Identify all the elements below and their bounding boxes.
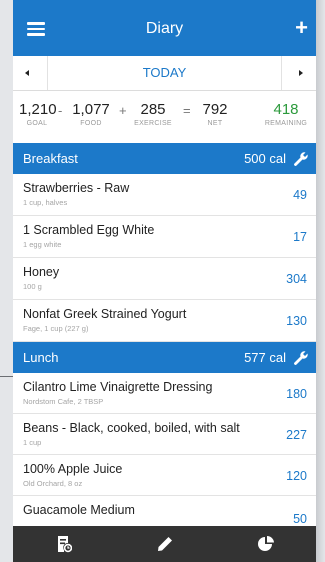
food-entry[interactable]: Cilantro Lime Vinaigrette Dressing Nords… (13, 373, 316, 414)
tab-edit[interactable] (114, 526, 215, 562)
food-calories: 50 (293, 512, 307, 526)
date-bar: TODAY (13, 56, 316, 91)
exercise-label: EXERCISE (134, 120, 172, 127)
phone-shadow (316, 0, 325, 562)
goal-summary: 1,210 GOAL (19, 101, 57, 127)
remaining-summary: 418 REMAINING (258, 101, 314, 127)
remaining-label: REMAINING (264, 120, 308, 127)
calorie-summary: 1,210 GOAL - 1,077 FOOD + 285 EXERCISE =… (13, 91, 316, 143)
food-label: FOOD (80, 120, 102, 127)
food-entry[interactable]: Nonfat Greek Strained Yogurt Fage, 1 cup… (13, 300, 316, 342)
net-label: NET (207, 120, 223, 127)
food-value: 1,077 (72, 101, 110, 118)
breakfast-calories: 500 cal (244, 151, 286, 166)
goal-value: 1,210 (19, 101, 57, 118)
bottom-tab-bar (13, 526, 316, 562)
pencil-icon (157, 537, 172, 551)
triangle-left-icon (25, 70, 29, 76)
food-calories: 17 (293, 230, 307, 244)
food-name: Beans - Black, cooked, boiled, with salt (23, 421, 240, 435)
food-detail: Nordstom Cafe, 2 TBSP (23, 397, 104, 406)
add-button[interactable]: + (295, 17, 308, 39)
net-value: 792 (202, 101, 228, 118)
equals-sign: = (183, 103, 191, 118)
food-calories: 227 (286, 428, 307, 442)
food-name: Cilantro Lime Vinaigrette Dressing (23, 380, 213, 394)
food-entry[interactable]: Strawberries - Raw 1 cup, halves 49 (13, 174, 316, 216)
date-label[interactable]: TODAY (53, 65, 276, 80)
breakfast-header[interactable]: Breakfast 500 cal (13, 143, 316, 174)
minus-sign: - (58, 103, 63, 118)
food-detail: Old Orchard, 8 oz (23, 479, 83, 488)
page-title: Diary (145, 20, 184, 37)
wrench-icon[interactable] (293, 350, 309, 366)
food-name: 100% Apple Juice (23, 462, 123, 476)
food-entry[interactable]: Beans - Black, cooked, boiled, with salt… (13, 414, 316, 455)
food-detail: 1 cup, halves (23, 198, 68, 207)
plus-sign: + (119, 103, 127, 118)
food-detail: 100 g (23, 282, 42, 291)
food-calories: 180 (286, 387, 307, 401)
food-name: Nonfat Greek Strained Yogurt (23, 307, 187, 321)
food-detail: 1 cup (23, 438, 42, 447)
food-calories: 120 (286, 469, 307, 483)
net-summary: 792 NET (197, 101, 233, 127)
phone-screen: Diary + TODAY 1,210 GOAL - 1,077 FOOD + … (13, 0, 316, 562)
food-summary: 1,077 FOOD (71, 101, 111, 127)
exercise-value: 285 (140, 101, 166, 118)
food-entry[interactable]: Honey 100 g 304 (13, 258, 316, 300)
food-detail: Fage, 1 cup (227 g) (23, 324, 89, 333)
goal-label: GOAL (26, 120, 48, 127)
food-calories: 304 (286, 272, 307, 286)
top-bar: Diary + (13, 0, 316, 56)
food-name: Strawberries - Raw (23, 181, 130, 195)
breakfast-title: Breakfast (23, 151, 78, 166)
food-detail: 1 egg white (23, 240, 62, 249)
tab-nutrition[interactable] (215, 526, 316, 562)
food-entry[interactable]: 1 Scrambled Egg White 1 egg white 17 (13, 216, 316, 258)
lunch-calories: 577 cal (244, 350, 286, 365)
triangle-right-icon (299, 70, 303, 76)
food-name: Honey (23, 265, 60, 279)
previous-day-button[interactable] (13, 56, 48, 90)
lunch-header[interactable]: Lunch 577 cal (13, 342, 316, 373)
food-name: 1 Scrambled Egg White (23, 223, 155, 237)
next-day-button[interactable] (281, 56, 316, 90)
food-entry[interactable]: 100% Apple Juice Old Orchard, 8 oz 120 (13, 455, 316, 496)
tab-diary[interactable] (13, 526, 114, 562)
remaining-value: 418 (273, 101, 299, 118)
food-calories: 49 (293, 188, 307, 202)
exercise-summary: 285 EXERCISE (131, 101, 175, 127)
decorative-line (0, 376, 13, 377)
wrench-icon[interactable] (293, 151, 309, 167)
food-name: Guacamole Medium (23, 503, 135, 517)
lunch-title: Lunch (23, 350, 59, 365)
food-calories: 130 (286, 314, 307, 328)
diary-icon (57, 536, 72, 553)
pie-chart-icon (257, 536, 274, 551)
